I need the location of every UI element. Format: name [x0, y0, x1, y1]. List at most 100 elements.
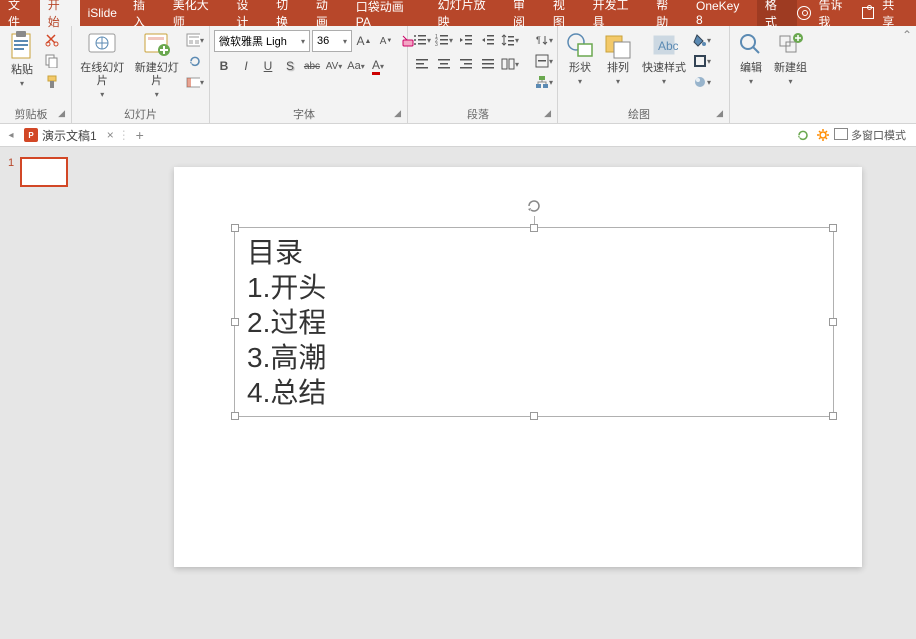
new-tab-button[interactable]: +: [130, 127, 150, 143]
italic-button[interactable]: I: [236, 56, 256, 76]
text-box-content[interactable]: 目录 1.开头 2.过程 3.高潮 4.总结: [235, 228, 833, 418]
shape-fill-button[interactable]: ▾: [692, 30, 712, 50]
strike-button[interactable]: abc: [302, 56, 322, 76]
resize-handle-bm[interactable]: [530, 412, 538, 420]
shrink-font-button[interactable]: A▼: [376, 31, 396, 51]
font-name-combo[interactable]: 微软雅黑 Ligh▾: [214, 30, 310, 52]
new-group-label: 新建组: [774, 62, 807, 75]
arrange-button[interactable]: 排列▾: [600, 28, 636, 88]
tab-onekey[interactable]: OneKey 8: [688, 0, 757, 26]
tab-review[interactable]: 审阅: [505, 0, 545, 26]
shapes-button[interactable]: 形状▾: [562, 28, 598, 88]
align-text-button[interactable]: ▾: [534, 51, 554, 71]
smartart-button[interactable]: ▾: [534, 72, 554, 92]
tab-beautify[interactable]: 美化大师: [165, 0, 229, 26]
tab-islide[interactable]: iSlide: [80, 0, 125, 26]
windows-icon: [836, 130, 848, 140]
effects-icon: [693, 75, 707, 89]
group-slides: 在线幻灯片 ▾ 新建幻灯片 ▾ ▾ ▾ 幻灯片: [72, 26, 210, 123]
align-left-button[interactable]: [412, 54, 432, 74]
numbering-button[interactable]: 123▾: [434, 30, 454, 50]
section-button[interactable]: ▾: [185, 72, 205, 92]
shadow-button[interactable]: S: [280, 56, 300, 76]
tab-format[interactable]: 格式: [757, 0, 797, 26]
resize-handle-br[interactable]: [829, 412, 837, 420]
paste-button[interactable]: 粘贴 ▾: [4, 28, 40, 90]
online-slides-button[interactable]: 在线幻灯片 ▾: [76, 28, 129, 101]
tab-insert[interactable]: 插入: [125, 0, 165, 26]
bullets-button[interactable]: ▾: [412, 30, 432, 50]
collapse-ribbon-button[interactable]: ⌃: [898, 26, 916, 123]
align-center-button[interactable]: [434, 54, 454, 74]
textbox-line-3: 3.高潮: [247, 340, 821, 375]
underline-button[interactable]: U: [258, 56, 278, 76]
tell-me[interactable]: 告诉我: [819, 0, 855, 30]
slide[interactable]: 目录 1.开头 2.过程 3.高潮 4.总结: [174, 167, 862, 567]
line-spacing-button[interactable]: ▾: [500, 30, 520, 50]
cut-button[interactable]: [42, 30, 62, 50]
resize-handle-tr[interactable]: [829, 224, 837, 232]
font-color-button[interactable]: A▾: [368, 56, 388, 76]
new-slide-label: 新建幻灯片: [135, 62, 180, 88]
drawing-launcher[interactable]: ◢: [716, 108, 725, 119]
refresh-icon[interactable]: [796, 128, 810, 142]
quick-style-label: 快速样式: [642, 62, 686, 75]
text-direction-button[interactable]: ¶▾: [534, 30, 554, 50]
new-slide-button[interactable]: 新建幻灯片 ▾: [131, 28, 184, 101]
tab-file[interactable]: 文件: [0, 0, 40, 26]
slide-thumbnail[interactable]: 1: [8, 157, 112, 187]
slide-canvas-area[interactable]: 目录 1.开头 2.过程 3.高潮 4.总结: [120, 147, 916, 639]
tab-devtools[interactable]: 开发工具: [585, 0, 649, 26]
text-box[interactable]: 目录 1.开头 2.过程 3.高潮 4.总结: [234, 227, 834, 417]
columns-button[interactable]: ▾: [500, 54, 520, 74]
multi-window-button[interactable]: 多窗口模式: [836, 127, 906, 143]
reset-button[interactable]: [185, 51, 205, 71]
paragraph-launcher[interactable]: ◢: [544, 108, 553, 119]
decrease-indent-button[interactable]: [456, 30, 476, 50]
resize-handle-bl[interactable]: [231, 412, 239, 420]
justify-icon: [481, 57, 495, 71]
font-launcher[interactable]: ◢: [394, 108, 403, 119]
rotate-handle[interactable]: [524, 196, 544, 216]
shape-effects-button[interactable]: ▾: [692, 72, 712, 92]
format-painter-button[interactable]: [42, 72, 62, 92]
new-group-button[interactable]: 新建组▾: [770, 28, 811, 88]
section-icon: [186, 75, 200, 89]
justify-button[interactable]: [478, 54, 498, 74]
resize-handle-tl[interactable]: [231, 224, 239, 232]
tab-transition[interactable]: 切换: [268, 0, 308, 26]
gear-icon[interactable]: [816, 128, 830, 142]
tab-design[interactable]: 设计: [228, 0, 268, 26]
shape-outline-button[interactable]: ▾: [692, 51, 712, 71]
tab-view[interactable]: 视图: [545, 0, 585, 26]
tab-start[interactable]: 开始: [40, 0, 80, 26]
tab-nav-left[interactable]: ◂: [4, 124, 18, 147]
document-tab[interactable]: P 演示文稿1: [18, 124, 103, 147]
font-size-combo[interactable]: 36▾: [312, 30, 352, 52]
close-tab-button[interactable]: ×: [103, 128, 118, 142]
tab-slideshow[interactable]: 幻灯片放映: [430, 0, 505, 26]
change-case-button[interactable]: Aa▾: [346, 56, 366, 76]
char-spacing-button[interactable]: AV▾: [324, 56, 344, 76]
edit-button[interactable]: 编辑▾: [734, 28, 768, 88]
resize-handle-ml[interactable]: [231, 318, 239, 326]
scissors-icon: [45, 33, 59, 47]
copy-button[interactable]: [42, 51, 62, 71]
tab-help[interactable]: 帮助: [648, 0, 688, 26]
resize-handle-tm[interactable]: [530, 224, 538, 232]
tab-pocket[interactable]: 口袋动画 PA: [348, 0, 430, 26]
new-slide-icon: [142, 30, 172, 60]
resize-handle-mr[interactable]: [829, 318, 837, 326]
clipboard-launcher[interactable]: ◢: [58, 108, 67, 119]
align-right-button[interactable]: [456, 54, 476, 74]
layout-button[interactable]: ▾: [185, 30, 205, 50]
grow-font-button[interactable]: A▲: [354, 31, 374, 51]
quick-styles-button[interactable]: Abc 快速样式▾: [638, 28, 690, 88]
arrange-icon: [604, 30, 632, 60]
tab-animation[interactable]: 动画: [308, 0, 348, 26]
chevron-down-icon: ▾: [155, 90, 159, 99]
bold-button[interactable]: B: [214, 56, 234, 76]
font-size-value: 36: [317, 35, 329, 47]
increase-indent-button[interactable]: [478, 30, 498, 50]
thumbnail-preview: [20, 157, 68, 187]
